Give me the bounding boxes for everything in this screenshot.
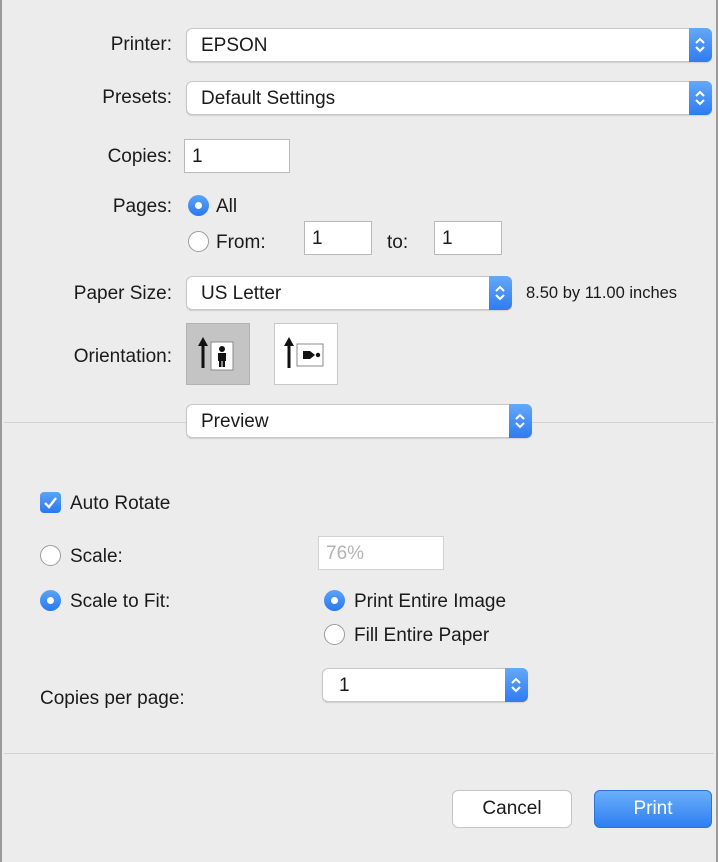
- copies-field[interactable]: 1: [184, 139, 290, 173]
- copies-label: Copies:: [107, 146, 172, 167]
- bottom-divider: [4, 753, 714, 754]
- section-popup[interactable]: Preview: [186, 404, 532, 438]
- printer-value: EPSON: [201, 35, 268, 56]
- checkmark-icon: [44, 497, 57, 509]
- orientation-label: Orientation:: [73, 346, 172, 367]
- scale-to-fit-radio[interactable]: [40, 590, 61, 611]
- chevron-updown-icon: [489, 276, 512, 310]
- scale-field[interactable]: 76%: [318, 536, 444, 570]
- copies-per-page-label: Copies per page:: [40, 688, 185, 709]
- section-value: Preview: [201, 411, 269, 432]
- paper-dimensions: 8.50 by 11.00 inches: [526, 284, 678, 302]
- presets-value: Default Settings: [201, 88, 336, 109]
- auto-rotate-checkbox[interactable]: [40, 492, 61, 513]
- scale-label: Scale:: [70, 546, 123, 567]
- chevron-updown-icon: [509, 404, 532, 438]
- pages-to-field[interactable]: 1: [434, 221, 502, 255]
- auto-rotate-label: Auto Rotate: [70, 493, 171, 514]
- printer-label: Printer:: [110, 34, 172, 55]
- copies-per-page-popup[interactable]: 1: [322, 668, 528, 702]
- scale-radio[interactable]: [40, 545, 61, 566]
- pages-label: Pages:: [112, 196, 172, 217]
- fill-entire-paper-label: Fill Entire Paper: [354, 625, 490, 646]
- chevron-updown-icon: [689, 81, 712, 115]
- printer-popup[interactable]: EPSON: [186, 28, 712, 62]
- presets-label: Presets:: [102, 87, 172, 108]
- pages-from-field[interactable]: 1: [304, 221, 372, 255]
- paper-size-value: US Letter: [201, 283, 282, 304]
- pages-from-value: 1: [312, 228, 323, 249]
- chevron-updown-icon: [505, 668, 528, 702]
- paper-size-popup[interactable]: US Letter: [186, 276, 512, 310]
- copies-per-page-value: 1: [339, 675, 350, 696]
- chevron-updown-icon: [689, 28, 712, 62]
- pages-all-radio[interactable]: [188, 195, 209, 216]
- paper-size-label: Paper Size:: [73, 283, 172, 304]
- orientation-portrait-button[interactable]: [186, 323, 250, 385]
- scale-to-fit-label: Scale to Fit:: [70, 591, 171, 612]
- presets-popup[interactable]: Default Settings: [186, 81, 712, 115]
- copies-value: 1: [192, 146, 203, 167]
- print-entire-image-label: Print Entire Image: [354, 591, 507, 612]
- pages-from-radio[interactable]: [188, 231, 209, 252]
- scale-value: 76%: [326, 543, 365, 564]
- print-button[interactable]: Print: [594, 790, 712, 828]
- pages-to-label: to:: [387, 232, 409, 253]
- print-dialog: Printer: EPSON Presets: Default Settings…: [0, 0, 718, 862]
- orientation-landscape-button[interactable]: [274, 323, 338, 385]
- pages-to-value: 1: [442, 228, 453, 249]
- pages-from-label: From:: [216, 232, 266, 253]
- portrait-icon: [198, 337, 234, 371]
- print-entire-image-radio[interactable]: [324, 590, 345, 611]
- pages-all-label: All: [216, 196, 238, 217]
- cancel-button[interactable]: Cancel: [452, 790, 572, 828]
- landscape-icon: [284, 337, 324, 368]
- fill-entire-paper-radio[interactable]: [324, 624, 345, 645]
